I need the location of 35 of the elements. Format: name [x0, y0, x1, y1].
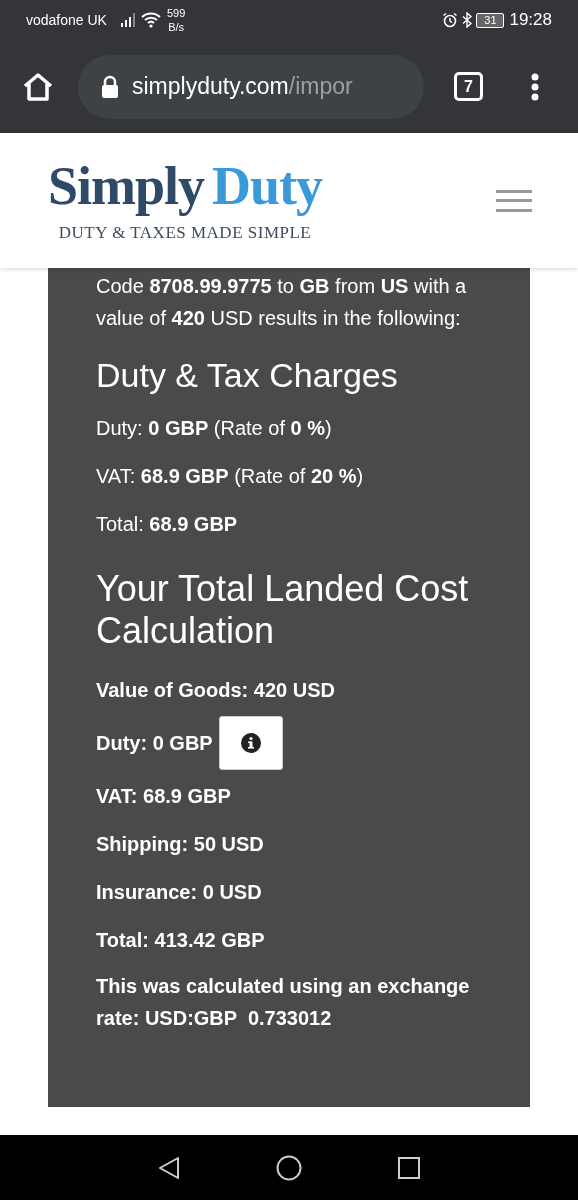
- clock: 19:28: [509, 9, 552, 32]
- charge-line: Total: 68.9 GBP: [96, 512, 239, 537]
- cost-line: Shipping: 50 USD: [96, 832, 265, 857]
- alarm-icon: [442, 12, 459, 28]
- address-bar[interactable]: simplyduty.com/impor: [78, 54, 424, 119]
- info-button[interactable]: [218, 716, 283, 770]
- info-icon: [240, 733, 261, 753]
- bluetooth-icon: [462, 12, 473, 28]
- back-icon[interactable]: [158, 1155, 180, 1180]
- charge-line: VAT: 68.9 GBP (Rate of 20 %): [96, 464, 365, 489]
- cost-line: Value of Goods: 420 USD: [96, 678, 336, 703]
- wifi-icon: [140, 12, 161, 28]
- logo-text[interactable]: Simply: [48, 155, 205, 216]
- menu-icon[interactable]: [496, 189, 532, 212]
- cost-line: Insurance: 0 USD: [96, 880, 263, 905]
- recents-icon[interactable]: [398, 1156, 420, 1179]
- section-heading: Your Total Landed Cost Calculation: [96, 568, 470, 652]
- tab-count-button[interactable]: 7: [454, 72, 483, 101]
- logo-tagline: DUTY & TAXES MADE SIMPLE: [58, 221, 312, 244]
- lock-icon: [100, 74, 120, 99]
- cost-line: Duty: 0 GBP: [96, 731, 213, 756]
- exchange-rate-note: This was calculated using an exchange rate: USD:GBP 0.733012: [96, 974, 471, 1031]
- cost-line: Total: 413.42 GBP: [96, 928, 266, 953]
- section-heading: Duty & Tax Charges: [96, 355, 399, 396]
- url-text: simplyduty.com/impor: [132, 72, 353, 102]
- cost-line: VAT: 68.9 GBP: [96, 784, 232, 809]
- home-icon[interactable]: [276, 1154, 302, 1181]
- result-summary: Code 8708.99.9775 to GB from US with a value of 420 USD results in the following:: [96, 274, 468, 331]
- more-options-icon[interactable]: [531, 72, 539, 101]
- carrier-name: vodafone UK: [26, 10, 107, 30]
- speed-unit: B/s: [168, 20, 185, 34]
- speed-value: 599: [166, 6, 186, 20]
- battery-level: 31: [484, 14, 497, 26]
- signal-icon: [120, 13, 137, 27]
- charge-line: Duty: 0 GBP (Rate of 0 %): [96, 416, 333, 441]
